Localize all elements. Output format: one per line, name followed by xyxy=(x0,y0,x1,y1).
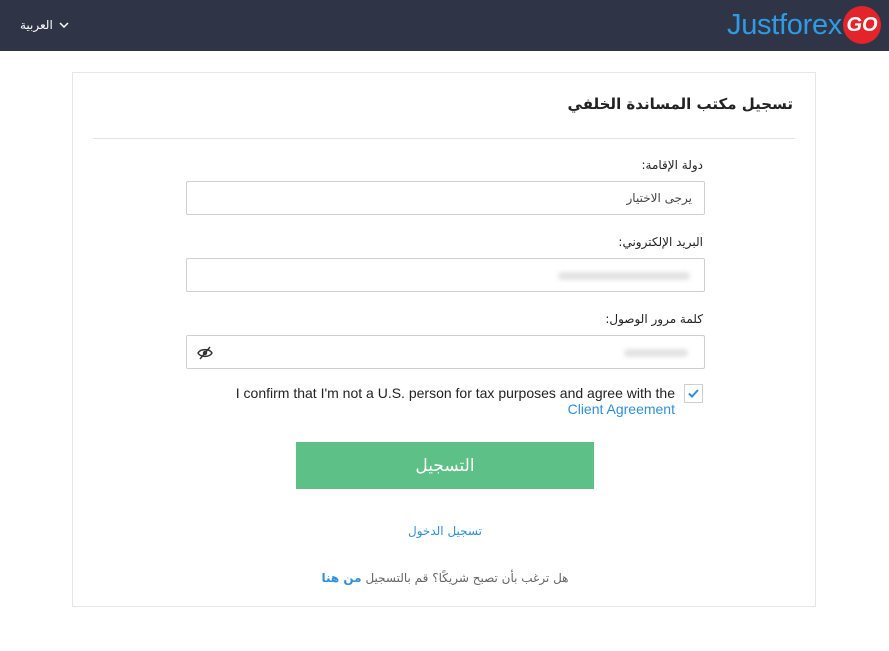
divider xyxy=(93,138,795,139)
password-field[interactable] xyxy=(186,335,705,369)
partner-prompt-text: هل ترغب بأن تصبح شريكًا؟ قم بالتسجيل xyxy=(365,571,569,585)
confirm-text: I confirm that I'm not a U.S. person for… xyxy=(223,385,675,417)
country-select[interactable]: يرجى الاختيار xyxy=(186,181,705,215)
login-link[interactable]: تسجيل الدخول xyxy=(73,524,817,538)
email-label: البريد الإلكتروني: xyxy=(618,235,703,249)
register-button[interactable]: التسجيل xyxy=(296,442,594,489)
brand-logo[interactable]: Justforex GO xyxy=(727,5,881,45)
registration-card: تسجيل مكتب المساندة الخلفي دولة الإقامة:… xyxy=(72,72,816,607)
login-link-label[interactable]: تسجيل الدخول xyxy=(408,524,482,538)
country-select-value: يرجى الاختيار xyxy=(626,191,692,205)
logo-badge: GO xyxy=(843,6,881,44)
confirm-statement: I confirm that I'm not a U.S. person for… xyxy=(235,385,675,401)
chevron-down-icon xyxy=(59,22,69,28)
confirm-checkbox[interactable] xyxy=(684,384,703,403)
country-label: دولة الإقامة: xyxy=(641,158,703,172)
page-title: تسجيل مكتب المساندة الخلفي xyxy=(567,95,793,113)
partner-register-link[interactable]: من هنا xyxy=(321,571,361,585)
client-agreement-link[interactable]: Client Agreement xyxy=(568,401,675,417)
check-icon xyxy=(688,389,699,398)
email-value-blurred xyxy=(558,272,690,280)
email-field[interactable] xyxy=(186,258,705,292)
eye-slash-icon[interactable] xyxy=(197,346,213,360)
top-bar: العربية Justforex GO xyxy=(0,0,889,51)
language-selector[interactable]: العربية xyxy=(20,15,69,35)
partner-prompt: هل ترغب بأن تصبح شريكًا؟ قم بالتسجيل من … xyxy=(73,571,817,585)
logo-text: Justforex xyxy=(727,9,842,41)
password-label: كلمة مرور الوصول: xyxy=(605,312,703,326)
language-label: العربية xyxy=(20,18,53,32)
password-value-blurred xyxy=(624,349,688,357)
